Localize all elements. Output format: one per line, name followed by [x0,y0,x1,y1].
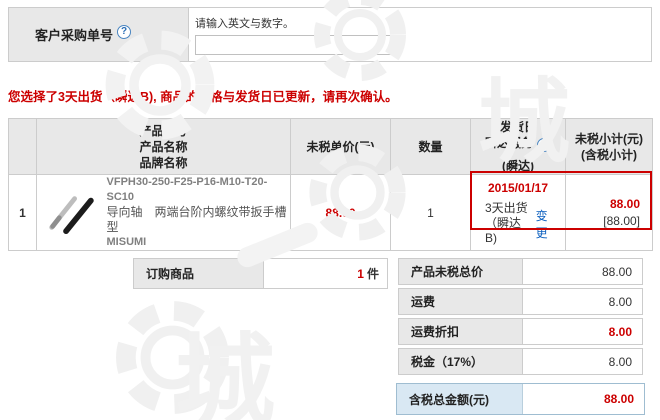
product-cell: VFPH30-250-F25-P16-M10-T20-SC10 导向轴 两端台阶… [37,175,291,251]
order-count-label: 订购商品 [133,258,263,289]
summary-label: 运费 [399,289,523,314]
po-number-section: 客户采购单号 ? 请输入英文与数字。 [8,7,652,62]
ship-date: 2015/01/17 [475,181,561,195]
summary-label: 税金（17%） [399,349,523,374]
product-model: VFPH30-250-F25-P16-M10-T20-SC10 [107,175,290,205]
header-index [9,119,37,175]
unit-price: 88.00 [291,175,391,251]
header-subtotal: 未税小计(元) (含税小计) [566,119,653,175]
po-input-area: 请输入英文与数字。 [189,8,651,61]
summary-value: 8.00 [523,349,642,374]
delivery-help-icon[interactable]: ? [537,138,551,152]
summary-row: 运费折扣 8.00 [398,318,643,345]
total-value: 88.00 [523,384,644,414]
watermark-gear [105,290,240,420]
delivery-cell: 2015/01/17 3天出货 （瞬达B) 变更 [471,175,566,251]
po-hint: 请输入英文与数字。 [195,15,651,31]
header-delivery-service: 瞬达服务 [485,136,533,150]
total-box: 含税总金额(元) 88.00 [396,383,645,415]
order-row: 1 VFPH30-250-F25-P16-M10-T20-SC10 导向轴 两端… [9,175,653,251]
summary-value: 8.00 [523,319,642,344]
summary-value: 8.00 [523,289,642,314]
summary-label: 产品未税总价 [399,259,523,284]
header-product-line3: 品牌名称 [37,155,290,171]
service-line1: 3天出货 [485,201,530,216]
po-label: 客户采购单号 [35,25,113,44]
header-subtotal-line2: (含税小计) [566,147,652,163]
po-help-icon[interactable]: ? [117,25,131,39]
header-subtotal-line1: 未税小计(元) [566,131,652,147]
order-count-value-cell: 1 件 [263,258,388,289]
product-name: 导向轴 两端台阶内螺纹带扳手槽型 [107,205,290,235]
service-line2: （瞬达B) [485,216,530,246]
summary-label: 运费折扣 [399,319,523,344]
order-confirm-page: 城 城 客户采购单号 ? 请输入英文与数字。 您选择了3天出货（瞬达B), 商品… [0,0,660,420]
header-product-line1: 产品型号 [37,123,290,139]
service-text: 3天出货 （瞬达B) [485,201,530,246]
summary-row: 税金（17%） 8.00 [398,348,643,375]
header-product: 产品型号 产品名称 品牌名称 [37,119,291,175]
header-delivery-line3: (瞬达) [471,158,565,174]
product-image [45,190,99,236]
order-table: 产品型号 产品名称 品牌名称 未税单价(元) 数量 发货日 瞬达服务? (瞬达)… [8,118,653,251]
header-delivery: 发货日 瞬达服务? (瞬达) [471,119,566,175]
update-notice: 您选择了3天出货（瞬达B), 商品的价格与发货日已更新，请再次确认。 [8,86,398,105]
po-label-cell: 客户采购单号 ? [9,8,189,61]
header-product-line2: 产品名称 [37,139,290,155]
summary-value: 88.00 [523,259,642,284]
header-delivery-line1: 发货日 [471,119,565,135]
subtotal-with-tax: [88.00] [566,213,640,230]
header-qty: 数量 [391,119,471,175]
total-label: 含税总金额(元) [397,384,523,414]
row-index: 1 [9,175,37,251]
header-delivery-line2: 瞬达服务? [471,135,565,158]
subtotal: 88.00 [566,196,640,213]
order-table-header-row: 产品型号 产品名称 品牌名称 未税单价(元) 数量 发货日 瞬达服务? (瞬达)… [9,119,653,175]
po-input[interactable] [195,35,400,55]
summary-row: 运费 8.00 [398,288,643,315]
quantity: 1 [391,175,471,251]
watermark-char: 城 [175,300,275,420]
summary-row: 产品未税总价 88.00 [398,258,643,285]
product-brand: MISUMI [107,235,290,250]
order-count-unit: 件 [367,265,379,282]
order-count-table: 订购商品 1 件 [133,258,388,289]
summary-table: 产品未税总价 88.00 运费 8.00 运费折扣 8.00 税金（17%） 8… [398,258,643,378]
subtotal-cell: 88.00 [88.00] [566,175,653,251]
change-link[interactable]: 变更 [530,207,553,241]
header-unit-price: 未税单价(元) [291,119,391,175]
order-count-value: 1 [357,267,364,281]
